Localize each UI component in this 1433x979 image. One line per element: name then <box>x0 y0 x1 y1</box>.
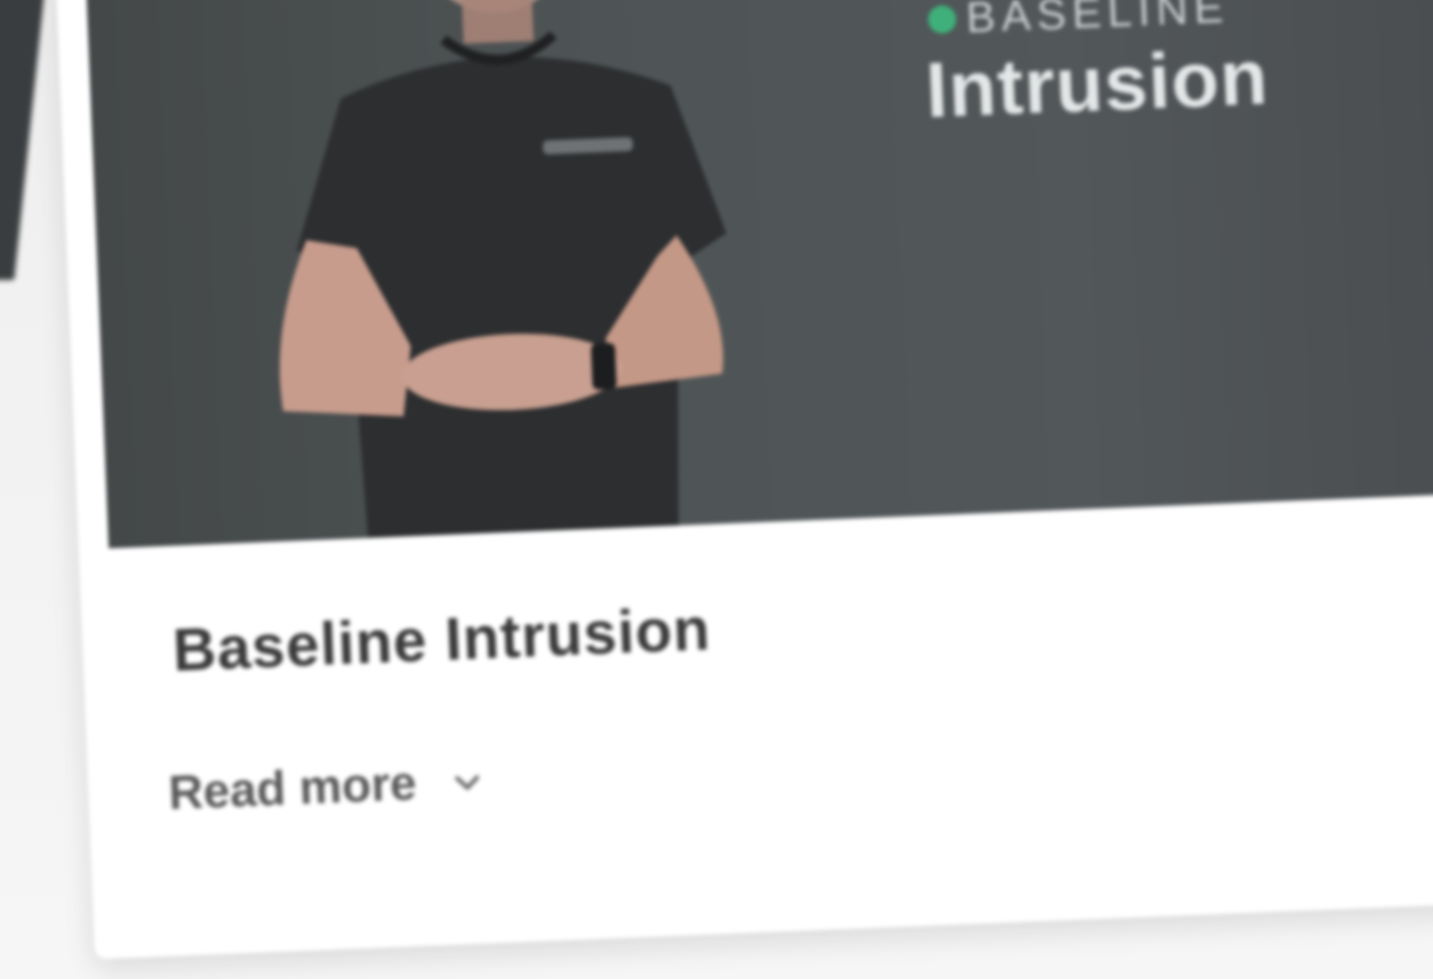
chevron-down-icon <box>455 774 480 790</box>
card-body: Baseline Intrusion Read more <box>108 492 1433 948</box>
read-more-button[interactable]: Read more <box>167 753 485 821</box>
program-hero-image: BASELINE Intrusion <box>84 0 1433 549</box>
page-canvas: BASELINE Intrusion Baseline Intrusion Re… <box>0 0 1433 979</box>
read-more-label: Read more <box>167 757 418 821</box>
instructor-photo <box>279 0 727 548</box>
program-card[interactable]: BASELINE Intrusion Baseline Intrusion Re… <box>55 0 1433 960</box>
adjacent-card-edge <box>0 0 46 280</box>
card-title: Baseline Intrusion <box>171 595 712 684</box>
hero-title: Intrusion <box>924 32 1271 135</box>
baseline-logo-icon <box>927 4 957 34</box>
